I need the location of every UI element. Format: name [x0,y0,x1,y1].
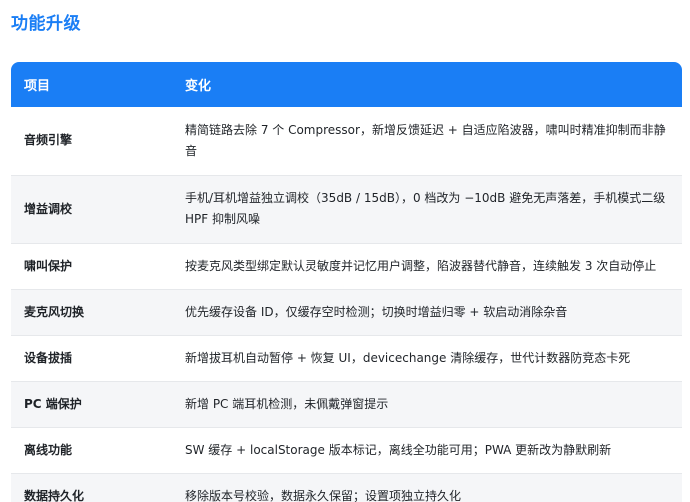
row-change: 手机/耳机增益独立调校（35dB / 15dB），0 档改为 −10dB 避免无… [185,191,666,226]
row-item: 啸叫保护 [24,258,73,273]
row-item: 音频引擎 [24,133,73,148]
table-row: 数据持久化 移除版本号校验，数据永久保留；设置项独立持久化 [11,473,682,502]
row-change: 精简链路去除 7 个 Compressor，新增反馈延迟 + 自适应陷波器，啸叫… [185,122,666,158]
table-row: PC 端保护 新增 PC 端耳机检测，未佩戴弹窗提示 [11,381,682,427]
table-row: 麦克风切换 优先缓存设备 ID，仅缓存空时检测；切换时增益归零 + 软启动消除杂… [11,289,682,335]
row-item: 数据持久化 [24,488,85,502]
table-row: 离线功能 SW 缓存 + localStorage 版本标记，离线全功能可用；P… [11,427,682,473]
row-change: 移除版本号校验，数据永久保留；设置项独立持久化 [185,488,462,502]
row-change: SW 缓存 + localStorage 版本标记，离线全功能可用；PWA 更新… [185,442,612,457]
table-header-row: 项目 变化 [11,62,682,107]
table-row: 啸叫保护 按麦克风类型绑定默认灵敏度并记忆用户调整，陷波器替代静音，连续触发 3… [11,243,682,289]
row-item: 离线功能 [24,442,73,457]
row-item: PC 端保护 [24,396,82,411]
row-item: 麦克风切换 [24,304,85,319]
table-row: 设备拔插 新增拔耳机自动暂停 + 恢复 UI，devicechange 清除缓存… [11,335,682,381]
row-change: 新增 PC 端耳机检测，未佩戴弹窗提示 [185,396,389,411]
header-change: 变化 [185,79,212,94]
row-change: 优先缓存设备 ID，仅缓存空时检测；切换时增益归零 + 软启动消除杂音 [185,304,568,319]
row-item: 增益调校 [24,201,73,216]
header-item: 项目 [24,79,51,94]
row-change: 按麦克风类型绑定默认灵敏度并记忆用户调整，陷波器替代静音，连续触发 3 次自动停… [185,258,657,273]
upgrade-table: 项目 变化 音频引擎 精简链路去除 7 个 Compressor，新增反馈延迟 … [11,62,682,502]
table-row: 音频引擎 精简链路去除 7 个 Compressor，新增反馈延迟 + 自适应陷… [11,107,682,175]
row-change: 新增拔耳机自动暂停 + 恢复 UI，devicechange 清除缓存，世代计数… [185,350,631,365]
section-title: 功能升级 [11,14,81,34]
table-row: 增益调校 手机/耳机增益独立调校（35dB / 15dB），0 档改为 −10d… [11,175,682,243]
row-item: 设备拔插 [24,350,73,365]
